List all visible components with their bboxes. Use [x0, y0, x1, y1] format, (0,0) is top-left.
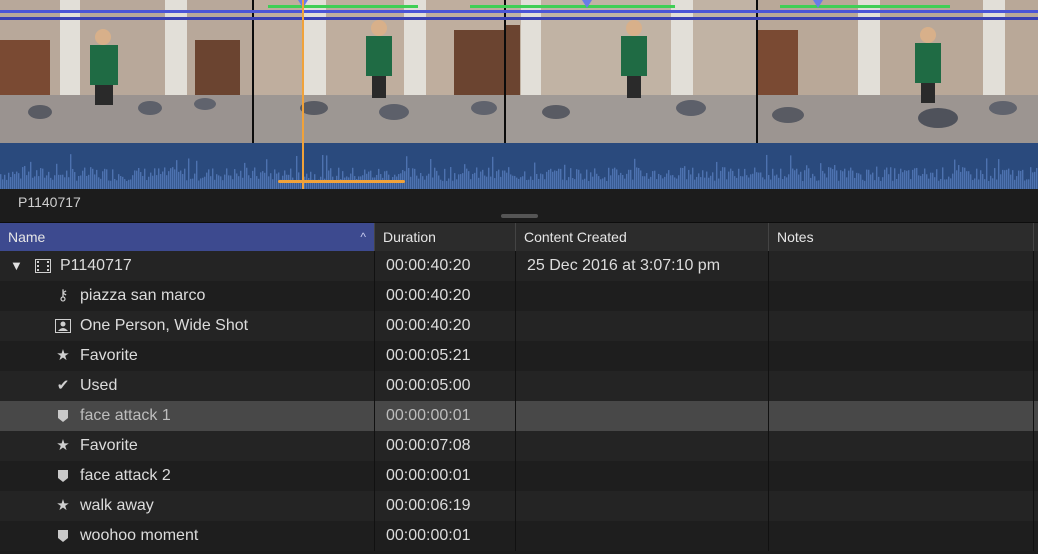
cell-notes[interactable] [769, 401, 1034, 431]
cell-name: ★ Favorite [0, 341, 375, 371]
cell-duration: 00:00:05:21 [375, 341, 516, 371]
column-header-content-created[interactable]: Content Created [516, 223, 769, 251]
row-name: face attack 2 [80, 467, 171, 484]
cell-duration: 00:00:40:20 [375, 281, 516, 311]
table-row[interactable]: face attack 1 00:00:00:01 [0, 401, 1038, 431]
cell-notes[interactable] [769, 281, 1034, 311]
cell-content-created [516, 521, 769, 551]
row-name: Favorite [80, 347, 138, 364]
audio-waveform [0, 143, 1038, 189]
keyword-range-bar [0, 17, 1038, 20]
table-row[interactable]: face attack 2 00:00:00:01 [0, 461, 1038, 491]
filmstrip-frame [506, 0, 758, 143]
favorite-range[interactable] [780, 5, 950, 8]
cell-notes[interactable] [769, 371, 1034, 401]
disclosure-triangle-icon[interactable]: ▼ [10, 251, 23, 281]
column-header-duration[interactable]: Duration [375, 223, 516, 251]
cell-duration: 00:00:00:01 [375, 401, 516, 431]
table-row[interactable]: ★ Favorite 00:00:05:21 [0, 341, 1038, 371]
row-name: One Person, Wide Shot [80, 317, 249, 334]
cell-content-created [516, 371, 769, 401]
row-name: Favorite [80, 437, 138, 454]
cell-notes[interactable] [769, 461, 1034, 491]
column-header-name-label: Name [8, 229, 46, 245]
cell-duration: 00:00:05:00 [375, 371, 516, 401]
filmstrip-frame [758, 0, 1038, 143]
cell-name: ▼ P1140717 [0, 251, 375, 281]
star-icon: ★ [56, 437, 70, 454]
cell-name: woohoo moment [0, 521, 375, 551]
cell-name: ⚷ piazza san marco [0, 281, 375, 311]
selection-range-bar [0, 10, 1038, 13]
clip-name-bar: P1140717 [0, 189, 1038, 223]
cell-duration: 00:00:00:01 [375, 521, 516, 551]
keyword-icon: ⚷ [57, 287, 69, 304]
cell-notes[interactable] [769, 251, 1034, 281]
cell-notes[interactable] [769, 311, 1034, 341]
playhead[interactable] [302, 0, 304, 189]
sort-ascending-icon: ^ [360, 230, 366, 244]
cell-content-created [516, 341, 769, 371]
cell-content-created [516, 401, 769, 431]
table-row[interactable]: ★ walk away 00:00:06:19 [0, 491, 1038, 521]
cell-content-created: 25 Dec 2016 at 3:07:10 pm [516, 251, 769, 281]
table-row[interactable]: ⚷ piazza san marco 00:00:40:20 [0, 281, 1038, 311]
table-row[interactable]: ▼ P1140717 00:00:40:20 25 Dec 2016 at 3:07:… [0, 251, 1038, 281]
cell-name: ✔ Used [0, 371, 375, 401]
cell-content-created [516, 491, 769, 521]
cell-name: One Person, Wide Shot [0, 311, 375, 341]
marker-icon [54, 461, 72, 491]
film-icon [34, 251, 52, 281]
column-header-notes[interactable]: Notes [769, 223, 1034, 251]
favorite-range[interactable] [470, 5, 675, 8]
checkmark-icon: ✔ [56, 377, 70, 394]
star-icon: ★ [56, 347, 70, 364]
cell-name: ★ Favorite [0, 431, 375, 461]
row-name: piazza san marco [80, 287, 206, 304]
skimmer-range [278, 180, 405, 183]
event-browser-list-view: P1140717 Name ^ Duration Content Created… [0, 0, 1038, 554]
cell-content-created [516, 311, 769, 341]
cell-notes[interactable] [769, 431, 1034, 461]
table-row[interactable]: ★ Favorite 00:00:07:08 [0, 431, 1038, 461]
table-row[interactable]: One Person, Wide Shot 00:00:40:20 [0, 311, 1038, 341]
column-header-name[interactable]: Name ^ [0, 223, 375, 251]
row-name: Used [80, 377, 118, 394]
cell-content-created [516, 281, 769, 311]
favorite-range[interactable] [268, 5, 418, 8]
cell-name: ★ walk away [0, 491, 375, 521]
clip-filmstrip[interactable] [0, 0, 1038, 189]
table-row[interactable]: ✔ Used 00:00:05:00 [0, 371, 1038, 401]
filmstrip-frame [254, 0, 506, 143]
person-icon [54, 311, 72, 341]
cell-duration: 00:00:06:19 [375, 491, 516, 521]
row-name: P1140717 [60, 257, 132, 274]
cell-content-created [516, 431, 769, 461]
clip-list-table: Name ^ Duration Content Created Notes ▼ P… [0, 223, 1038, 554]
star-icon: ★ [56, 497, 70, 514]
clip-name-label: P1140717 [18, 194, 81, 210]
table-header: Name ^ Duration Content Created Notes [0, 223, 1038, 251]
cell-duration: 00:00:00:01 [375, 461, 516, 491]
marker-icon [54, 401, 72, 431]
cell-notes[interactable] [769, 341, 1034, 371]
cell-content-created [516, 461, 769, 491]
cell-name: face attack 2 [0, 461, 375, 491]
row-name: face attack 1 [80, 407, 171, 424]
table-row[interactable]: woohoo moment 00:00:00:01 [0, 521, 1038, 551]
resize-handle[interactable] [501, 214, 538, 218]
row-name: woohoo moment [80, 527, 199, 544]
cell-notes[interactable] [769, 491, 1034, 521]
cell-duration: 00:00:40:20 [375, 311, 516, 341]
marker-icon [54, 521, 72, 551]
cell-name: face attack 1 [0, 401, 375, 431]
row-name: walk away [80, 497, 154, 514]
filmstrip-frame [0, 0, 254, 143]
cell-duration: 00:00:40:20 [375, 251, 516, 281]
cell-duration: 00:00:07:08 [375, 431, 516, 461]
cell-notes[interactable] [769, 521, 1034, 551]
